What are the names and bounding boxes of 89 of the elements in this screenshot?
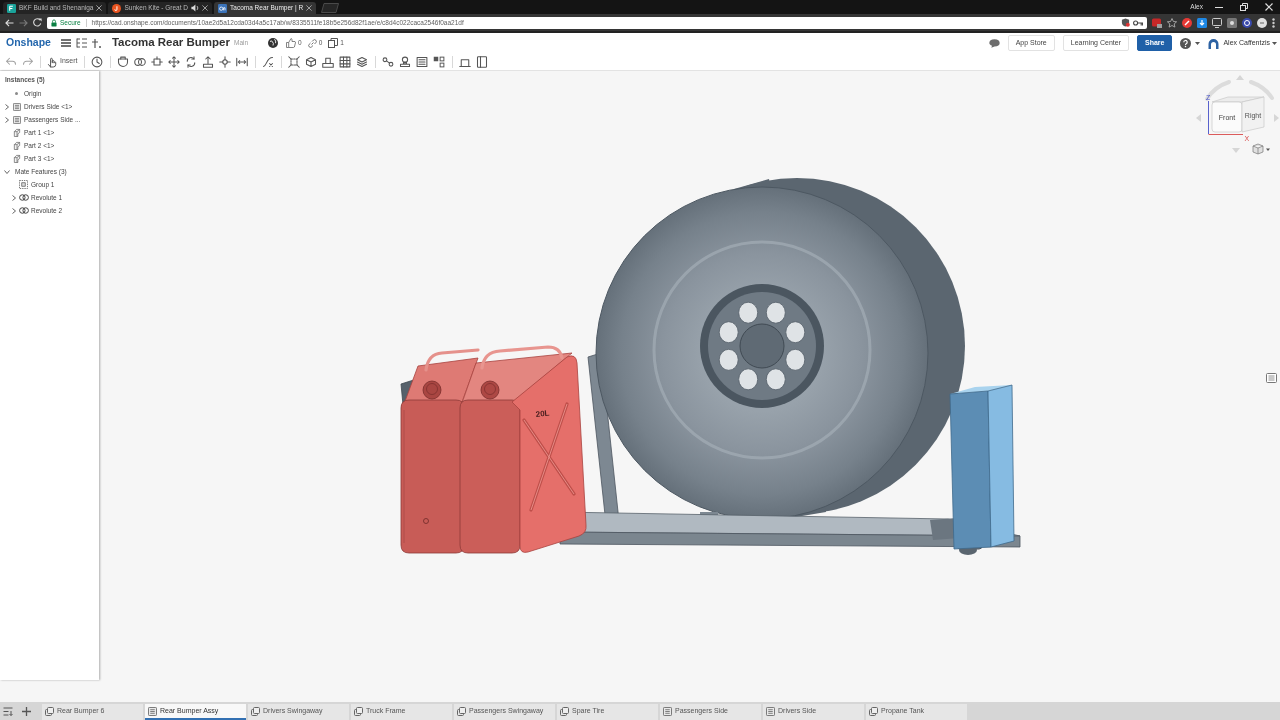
curve-icon[interactable] [262,55,274,68]
layers-icon[interactable] [356,55,368,68]
width-arrows-icon[interactable] [236,55,248,68]
view-cube[interactable] [1211,96,1265,133]
dashed-square-icon [19,180,28,189]
document-icon [766,706,775,716]
star-icon[interactable] [1167,17,1177,28]
favicon-icon [7,3,16,13]
caret-icon[interactable] [1272,41,1277,45]
reload-icon[interactable] [33,18,42,27]
cube-icon[interactable] [305,55,317,68]
avatar-icon[interactable] [1208,37,1220,49]
slider-bar-icon[interactable] [151,55,163,68]
document-icon [12,115,21,124]
caret-icon[interactable] [12,194,16,201]
caret-icon[interactable] [4,169,10,174]
list-icon[interactable] [416,55,428,68]
favicon-icon [218,3,228,13]
close-icon[interactable] [96,5,103,11]
copy-icon[interactable] [328,38,339,48]
overlapping-squares-icon [869,706,878,716]
link-icon[interactable] [307,38,317,48]
caret-icon[interactable] [12,207,16,214]
caret-icon[interactable] [1195,41,1201,45]
dot-icon [15,92,18,95]
forward-icon[interactable] [19,18,28,27]
can-label: 20L [535,408,550,419]
overlapping-squares-icon [251,706,260,716]
document-icon [148,706,157,716]
blocks-icon[interactable] [433,55,445,68]
key-icon[interactable] [1133,19,1143,26]
grid-icon[interactable] [339,55,351,68]
caret-icon[interactable] [5,116,9,123]
download-icon[interactable] [1197,17,1207,28]
slash-circle-icon[interactable] [1182,17,1192,28]
restore-icon[interactable] [1239,3,1248,11]
double-ring-icon[interactable] [134,55,146,68]
plus-dot-icon[interactable] [92,38,102,48]
minimize-icon[interactable] [1214,6,1223,8]
clock-icon[interactable] [91,55,103,68]
document-icon [12,102,21,111]
overlapping-squares-icon [457,706,466,716]
back-icon[interactable] [5,18,14,27]
speaker-icon[interactable] [191,4,200,12]
caret-icon[interactable] [1266,148,1270,151]
monitor-icon[interactable] [1212,17,1222,28]
comment-icon[interactable] [988,38,1000,48]
link-nodes-icon[interactable] [382,55,394,68]
document-title[interactable]: Tacoma Rear Bumper [111,34,230,52]
pedestal-icon[interactable] [322,55,334,68]
ring-icon[interactable] [1242,17,1252,28]
x-axis [1208,134,1244,135]
square-dot-icon[interactable] [1227,17,1237,28]
arrow-base-icon[interactable] [202,55,214,68]
bracket-icon [12,141,21,150]
tree-list-icon[interactable] [76,38,88,48]
menu-icon[interactable] [61,39,72,47]
document-icon [663,706,672,716]
overlapping-squares-icon [354,706,363,716]
more-menu-icon[interactable] [1272,17,1275,28]
help-icon[interactable] [1180,37,1192,49]
double-ring-icon [18,194,29,201]
tab-list-icon[interactable] [3,706,13,716]
like-icon[interactable] [286,38,297,48]
cup-icon[interactable] [117,55,129,68]
globe-icon[interactable] [268,38,279,48]
shield-icon[interactable] [1121,18,1130,27]
panel-icon[interactable] [1266,373,1277,383]
app-logo[interactable]: Onshape [6,35,51,51]
sidebar-icon[interactable] [476,55,488,68]
dashed-square-icon[interactable] [288,55,300,68]
minus-circle-icon[interactable] [1257,17,1267,28]
close-icon[interactable] [202,5,209,11]
badge-icon[interactable] [1152,17,1162,28]
z-axis [1208,100,1209,135]
hand-icon [47,55,57,68]
bracket-icon [12,154,21,163]
move-arrows-icon[interactable] [168,55,180,68]
favicon-icon [112,3,122,13]
stamp-icon[interactable] [399,55,411,68]
bracket-icon [12,128,21,137]
overlapping-squares-icon [560,706,569,716]
add-icon[interactable] [22,706,31,716]
overlapping-squares-icon [45,706,54,716]
double-ring-icon [18,207,29,214]
lock-icon [51,18,57,27]
caret-icon[interactable] [5,103,9,110]
rotate-arrows-icon[interactable] [185,55,197,68]
crosshair-icon[interactable] [219,55,231,68]
